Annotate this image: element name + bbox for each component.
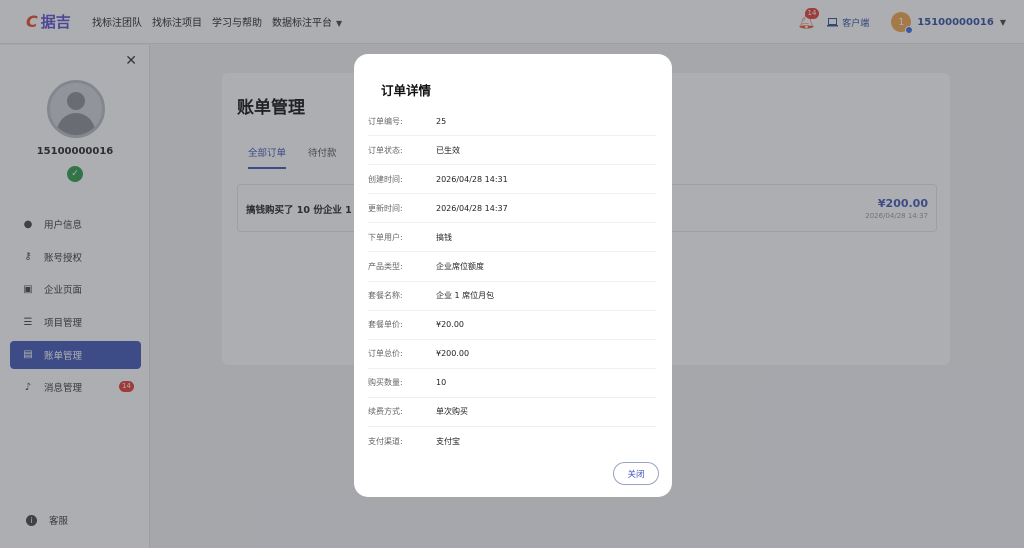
detail-row-total-price: 订单总价: ¥200.00 xyxy=(368,340,656,369)
detail-value: 搞钱 xyxy=(436,232,452,242)
detail-label: 支付渠道: xyxy=(368,437,403,447)
detail-row-status: 订单状态: 已生效 xyxy=(368,136,656,166)
detail-row-payment-channel: 支付渠道: 支付宝 xyxy=(368,427,656,456)
detail-row-created: 创建时间: 2026/04/28 14:31 xyxy=(368,165,656,195)
detail-label: 续费方式: xyxy=(368,407,403,417)
detail-value: ¥20.00 xyxy=(436,320,464,330)
detail-label: 套餐名称: xyxy=(368,291,403,301)
detail-value: 企业 1 席位月包 xyxy=(436,291,495,301)
detail-row-renewal: 续费方式: 单次购买 xyxy=(368,398,656,428)
detail-label: 购买数量: xyxy=(368,378,403,388)
detail-value: 企业席位额度 xyxy=(436,262,484,272)
detail-value: 支付宝 xyxy=(436,437,460,447)
detail-value: 单次购买 xyxy=(436,407,468,417)
detail-label: 下单用户: xyxy=(368,232,403,242)
detail-row-product-type: 产品类型: 企业席位额度 xyxy=(368,252,656,282)
detail-label: 产品类型: xyxy=(368,262,403,272)
detail-row-order-id: 订单编号: 25 xyxy=(368,107,656,137)
order-detail-dialog: 订单详情 订单编号: 25 订单状态: 已生效 创建时间: 2026/04/28 14… xyxy=(354,54,672,497)
detail-label: 订单总价: xyxy=(368,349,403,359)
detail-row-unit-price: 套餐单价: ¥20.00 xyxy=(368,311,656,340)
order-detail-list: 订单编号: 25 订单状态: 已生效 创建时间: 2026/04/28 14:31 更… xyxy=(368,107,656,456)
detail-value: 已生效 xyxy=(436,145,460,155)
detail-row-package-name: 套餐名称: 企业 1 席位月包 xyxy=(368,282,656,311)
detail-label: 订单状态: xyxy=(368,145,403,155)
detail-row-quantity: 购买数量: 10 xyxy=(368,369,656,398)
detail-row-updated: 更新时间: 2026/04/28 14:37 xyxy=(368,194,656,224)
close-button[interactable]: 关闭 xyxy=(613,462,659,485)
detail-value: 2026/04/28 14:31 xyxy=(436,174,508,184)
detail-label: 订单编号: xyxy=(368,116,403,126)
detail-row-user: 下单用户: 搞钱 xyxy=(368,223,656,253)
detail-value: 2026/04/28 14:37 xyxy=(436,203,508,213)
detail-value: 10 xyxy=(436,378,447,388)
detail-value: 25 xyxy=(436,116,447,126)
detail-label: 套餐单价: xyxy=(368,320,403,330)
detail-label: 更新时间: xyxy=(368,203,403,213)
detail-label: 创建时间: xyxy=(368,174,403,184)
dialog-title: 订单详情 xyxy=(381,83,432,98)
detail-value: ¥200.00 xyxy=(436,349,470,359)
